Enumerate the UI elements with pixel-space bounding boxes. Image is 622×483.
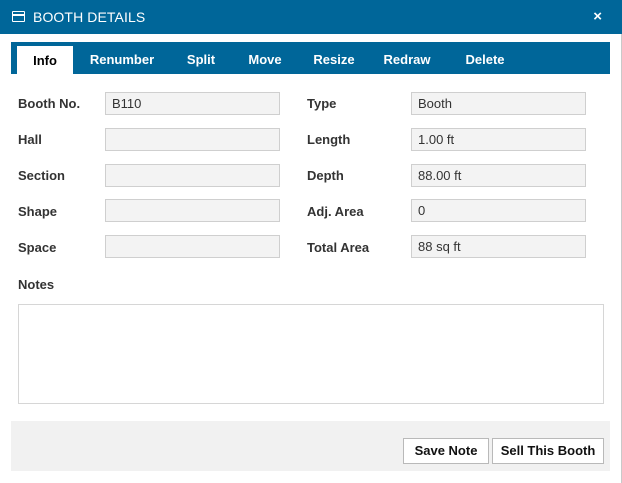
hall-field[interactable] (105, 128, 280, 151)
tab-redraw[interactable]: Redraw (379, 42, 435, 74)
tab-move[interactable]: Move (241, 42, 289, 74)
tab-renumber[interactable]: Renumber (85, 42, 159, 74)
sell-booth-button[interactable]: Sell This Booth (492, 438, 604, 464)
dialog-titlebar: BOOTH DETAILS × (0, 0, 622, 34)
section-label: Section (18, 168, 65, 183)
tab-delete[interactable]: Delete (458, 42, 512, 74)
adj-area-label: Adj. Area (307, 204, 364, 219)
close-button[interactable]: × (593, 8, 602, 25)
length-field[interactable]: 1.00 ft (411, 128, 586, 151)
window-icon (12, 11, 25, 22)
tab-split[interactable]: Split (179, 42, 223, 74)
dialog-title: BOOTH DETAILS (33, 9, 146, 25)
tab-resize[interactable]: Resize (309, 42, 359, 74)
space-field[interactable] (105, 235, 280, 258)
type-field[interactable]: Booth (411, 92, 586, 115)
booth-details-dialog: BOOTH DETAILS × Info Renumber Split Move… (0, 0, 622, 483)
save-note-button[interactable]: Save Note (403, 438, 489, 464)
adj-area-field[interactable]: 0 (411, 199, 586, 222)
depth-field[interactable]: 88.00 ft (411, 164, 586, 187)
section-field[interactable] (105, 164, 280, 187)
space-label: Space (18, 240, 57, 255)
tab-info[interactable]: Info (17, 46, 73, 74)
notes-textarea[interactable] (18, 304, 604, 404)
type-label: Type (307, 96, 337, 111)
shape-field[interactable] (105, 199, 280, 222)
total-area-field[interactable]: 88 sq ft (411, 235, 586, 258)
notes-label: Notes (18, 277, 55, 292)
length-label: Length (307, 132, 351, 147)
total-area-label: Total Area (307, 240, 370, 255)
booth-no-label: Booth No. (18, 96, 81, 111)
dialog-footer: Save Note Sell This Booth (11, 421, 610, 471)
booth-no-field[interactable]: B110 (105, 92, 280, 115)
tab-bar: Info Renumber Split Move Resize Redraw D… (11, 42, 610, 74)
depth-label: Depth (307, 168, 344, 183)
shape-label: Shape (18, 204, 58, 219)
hall-label: Hall (18, 132, 42, 147)
